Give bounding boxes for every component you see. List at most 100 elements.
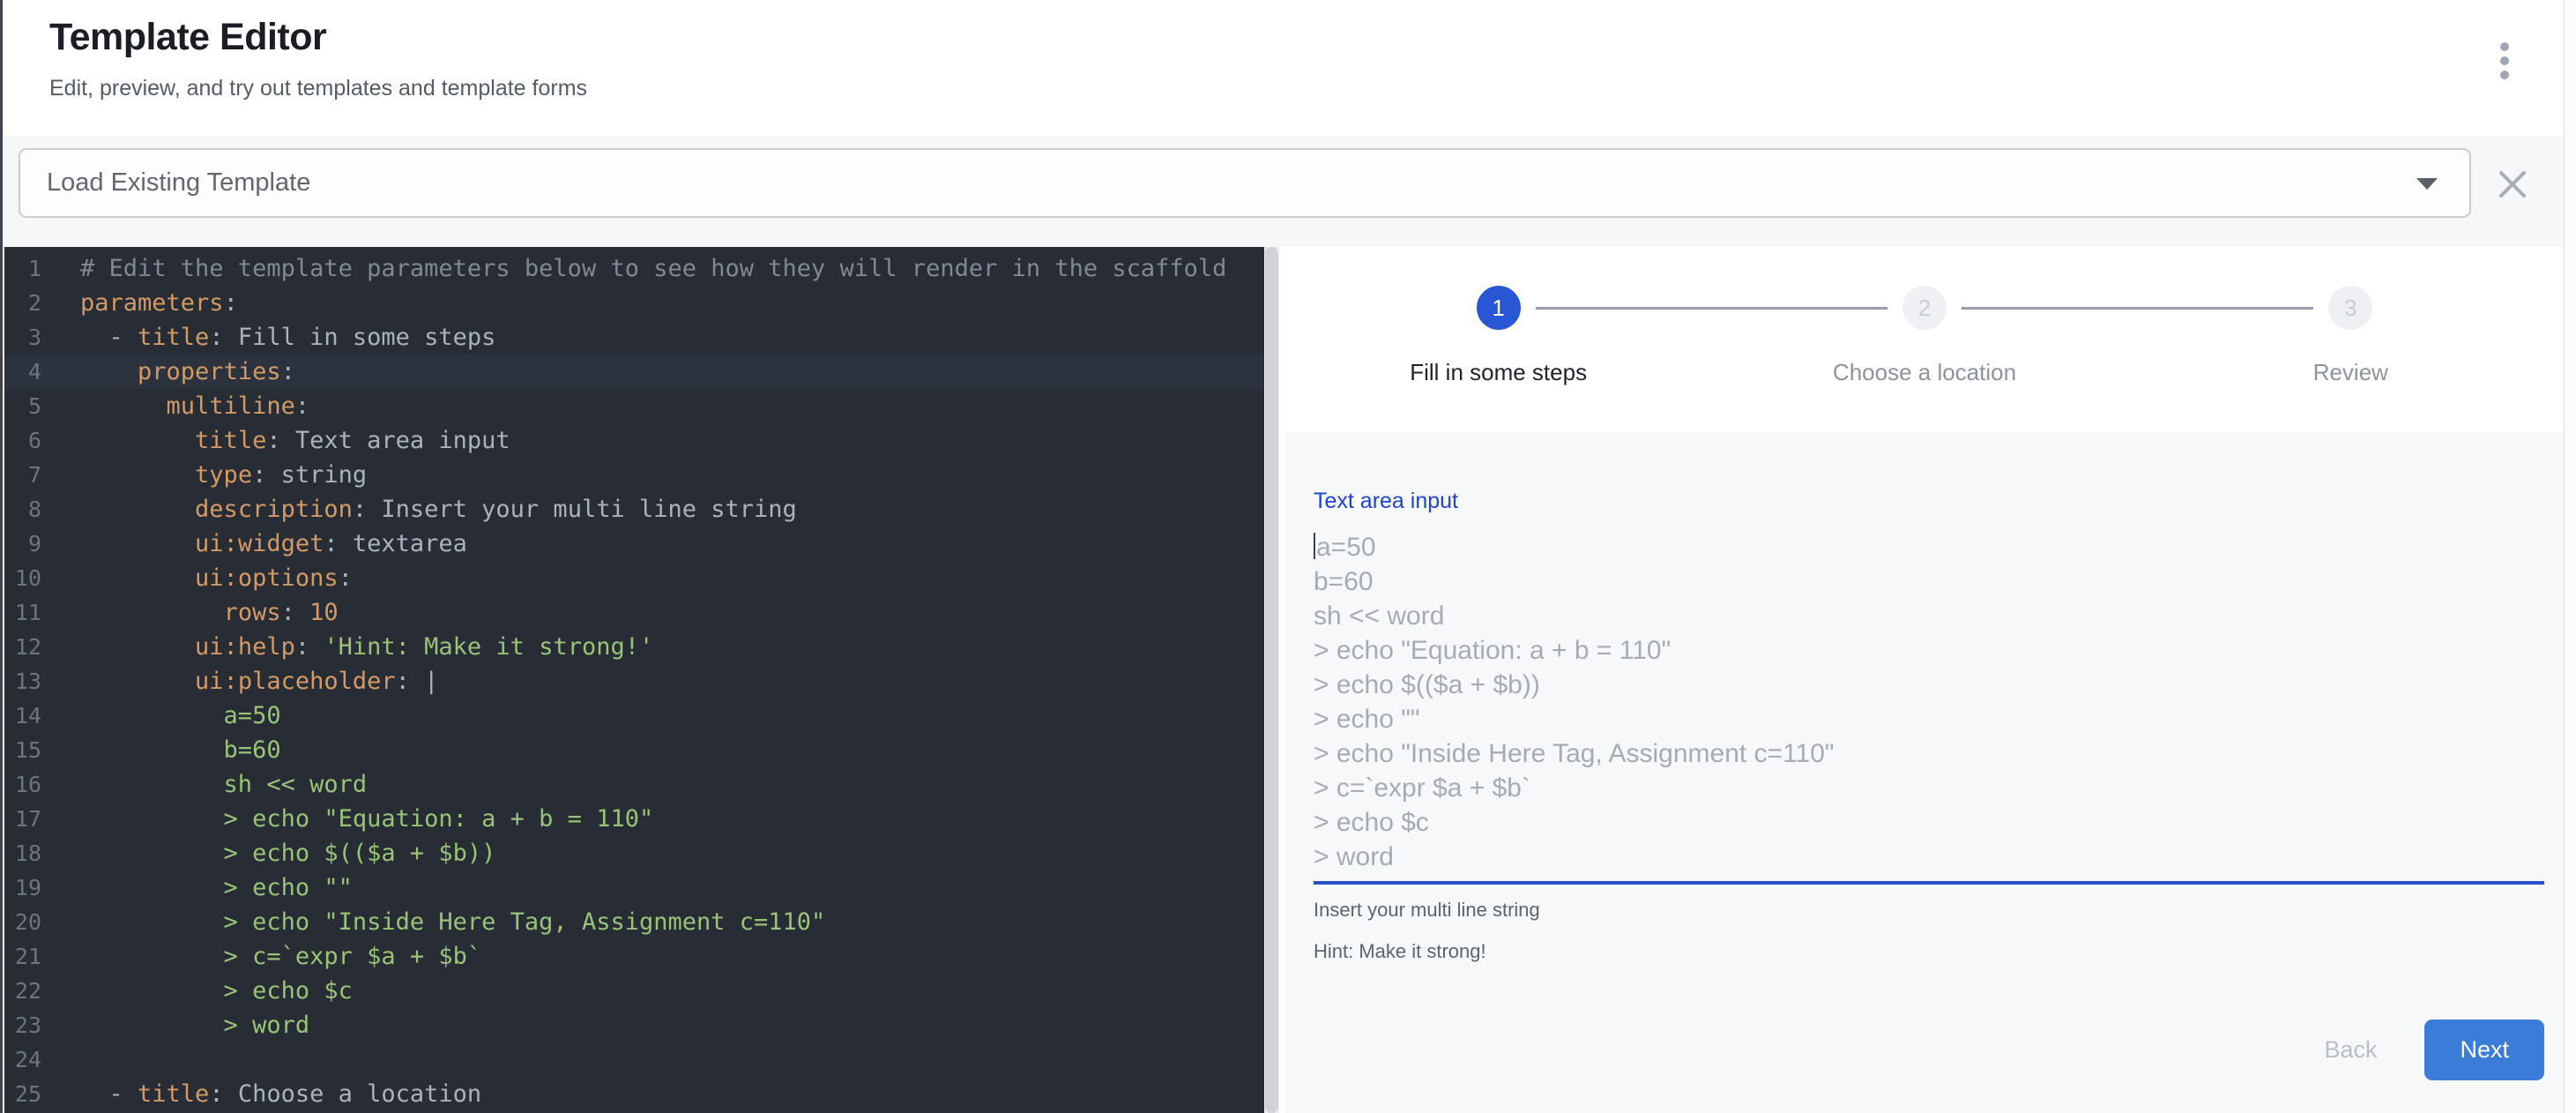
code-line[interactable]: 11 rows: 10 (4, 595, 1264, 630)
line-number: 4 (4, 355, 54, 389)
code-text: ui:options: (54, 561, 353, 595)
stepper: 1 Fill in some steps 2 Choose a location… (1285, 247, 2564, 432)
line-number: 6 (4, 423, 54, 458)
load-existing-template-select[interactable]: Load Existing Template (19, 148, 2471, 218)
code-line[interactable]: 2parameters: (4, 286, 1264, 320)
kebab-dot-icon (2500, 71, 2509, 79)
field-description: Insert your multi line string (1314, 899, 2544, 922)
code-text: ui:help: 'Hint: Make it strong!' (54, 630, 653, 664)
code-line[interactable]: 7 type: string (4, 458, 1264, 492)
code-text: # Edit the template parameters below to … (54, 251, 1226, 286)
next-button[interactable]: Next (2424, 1020, 2544, 1080)
line-number: 14 (4, 698, 54, 733)
textarea-line: > echo "Inside Here Tag, Assignment c=11… (1314, 736, 2544, 771)
code-text: > echo $(($a + $b)) (54, 836, 495, 870)
line-number: 11 (4, 595, 54, 630)
code-text: b=60 (54, 733, 281, 767)
code-line[interactable]: 16 sh << word (4, 767, 1264, 802)
line-number: 19 (4, 870, 54, 905)
code-line[interactable]: 12 ui:help: 'Hint: Make it strong!' (4, 630, 1264, 664)
template-selector-row: Load Existing Template (3, 138, 2564, 247)
code-line[interactable]: 13 ui:placeholder: | (4, 664, 1264, 698)
stepper-step-1: 1 Fill in some steps (1285, 247, 1711, 386)
step-label-1: Fill in some steps (1285, 359, 1711, 386)
code-line[interactable]: 20 > echo "Inside Here Tag, Assignment c… (4, 905, 1264, 939)
code-line[interactable]: 23 > word (4, 1008, 1264, 1042)
page-subtitle: Edit, preview, and try out templates and… (49, 76, 587, 101)
step-circle-1: 1 (1477, 286, 1521, 330)
line-number: 25 (4, 1077, 54, 1111)
line-number: 20 (4, 905, 54, 939)
code-text: > echo "Equation: a + b = 110" (54, 802, 653, 836)
code-line[interactable]: 3 - title: Fill in some steps (4, 320, 1264, 355)
stepper-step-3: 3 Review (2138, 247, 2564, 386)
code-line[interactable]: 19 > echo "" (4, 870, 1264, 905)
textarea-field-label: Text area input (1314, 489, 2544, 514)
code-line[interactable]: 25 - title: Choose a location (4, 1077, 1264, 1111)
code-line[interactable]: 22 > echo $c (4, 974, 1264, 1008)
textarea-line: > c=`expr $a + $b` (1314, 771, 2544, 805)
code-text: sh << word (54, 767, 367, 802)
line-number: 10 (4, 561, 54, 595)
code-line[interactable]: 8 description: Insert your multi line st… (4, 492, 1264, 527)
step-circle-3: 3 (2328, 286, 2372, 330)
yaml-code-editor[interactable]: 1# Edit the template parameters below to… (4, 247, 1264, 1113)
code-text: type: string (54, 458, 367, 492)
code-line[interactable]: 14 a=50 (4, 698, 1264, 733)
step-label-3: Review (2138, 359, 2564, 386)
code-editor-lines: 1# Edit the template parameters below to… (4, 251, 1264, 1111)
stepper-step-2: 2 Choose a location (1711, 247, 2137, 386)
code-line[interactable]: 1# Edit the template parameters below to… (4, 251, 1264, 286)
form-actions: Back Next (1314, 1020, 2544, 1080)
code-text: > echo "Inside Here Tag, Assignment c=11… (54, 905, 825, 939)
field-underline (1314, 881, 2544, 885)
code-line[interactable]: 4 properties: (4, 355, 1264, 389)
line-number: 23 (4, 1008, 54, 1042)
editor-scrollbar-thumb[interactable] (1265, 247, 1278, 1113)
line-number: 7 (4, 458, 54, 492)
code-text: description: Insert your multi line stri… (54, 492, 797, 527)
textarea-line: > echo $c (1314, 805, 2544, 840)
line-number: 21 (4, 939, 54, 974)
line-number: 3 (4, 320, 54, 355)
line-number: 13 (4, 664, 54, 698)
line-number: 9 (4, 527, 54, 561)
line-number: 15 (4, 733, 54, 767)
code-text: rows: 10 (54, 595, 339, 630)
code-text: > echo $c (54, 974, 353, 1008)
line-number: 16 (4, 767, 54, 802)
page-scrollbar[interactable] (2564, 0, 2576, 1113)
line-number: 1 (4, 251, 54, 286)
textarea-line: > echo "" (1314, 702, 2544, 736)
code-line[interactable]: 5 multiline: (4, 389, 1264, 423)
stepper-connector (1962, 307, 2313, 310)
code-line[interactable]: 15 b=60 (4, 733, 1264, 767)
code-line[interactable]: 9 ui:widget: textarea (4, 527, 1264, 561)
step-label-2: Choose a location (1711, 359, 2137, 386)
code-line[interactable]: 24 (4, 1042, 1264, 1077)
code-line[interactable]: 6 title: Text area input (4, 423, 1264, 458)
more-options-button[interactable] (2495, 42, 2514, 83)
code-line[interactable]: 10 ui:options: (4, 561, 1264, 595)
template-preview-panel: 1 Fill in some steps 2 Choose a location… (1285, 247, 2564, 1113)
code-text: > echo "" (54, 870, 353, 905)
kebab-dot-icon (2500, 42, 2509, 51)
editor-scrollbar[interactable] (1264, 247, 1279, 1113)
code-line[interactable]: 18 > echo $(($a + $b)) (4, 836, 1264, 870)
code-text: > word (54, 1008, 309, 1042)
code-text: ui:placeholder: | (54, 664, 438, 698)
code-text: > c=`expr $a + $b` (54, 939, 481, 974)
kebab-dot-icon (2500, 56, 2509, 65)
textarea-line: > echo $(($a + $b)) (1314, 668, 2544, 702)
back-button[interactable]: Back (2301, 1022, 2400, 1078)
textarea-line: a=50 (1314, 530, 2544, 564)
code-line[interactable]: 17 > echo "Equation: a + b = 110" (4, 802, 1264, 836)
textarea-input[interactable]: a=50b=60sh << word> echo "Equation: a + … (1314, 530, 2544, 874)
code-line[interactable]: 21 > c=`expr $a + $b` (4, 939, 1264, 974)
page-title: Template Editor (49, 12, 326, 62)
line-number: 22 (4, 974, 54, 1008)
textarea-line: > word (1314, 840, 2544, 874)
close-icon[interactable] (2497, 168, 2528, 200)
textarea-line: sh << word (1314, 599, 2544, 633)
stepper-connector (1536, 307, 1887, 310)
